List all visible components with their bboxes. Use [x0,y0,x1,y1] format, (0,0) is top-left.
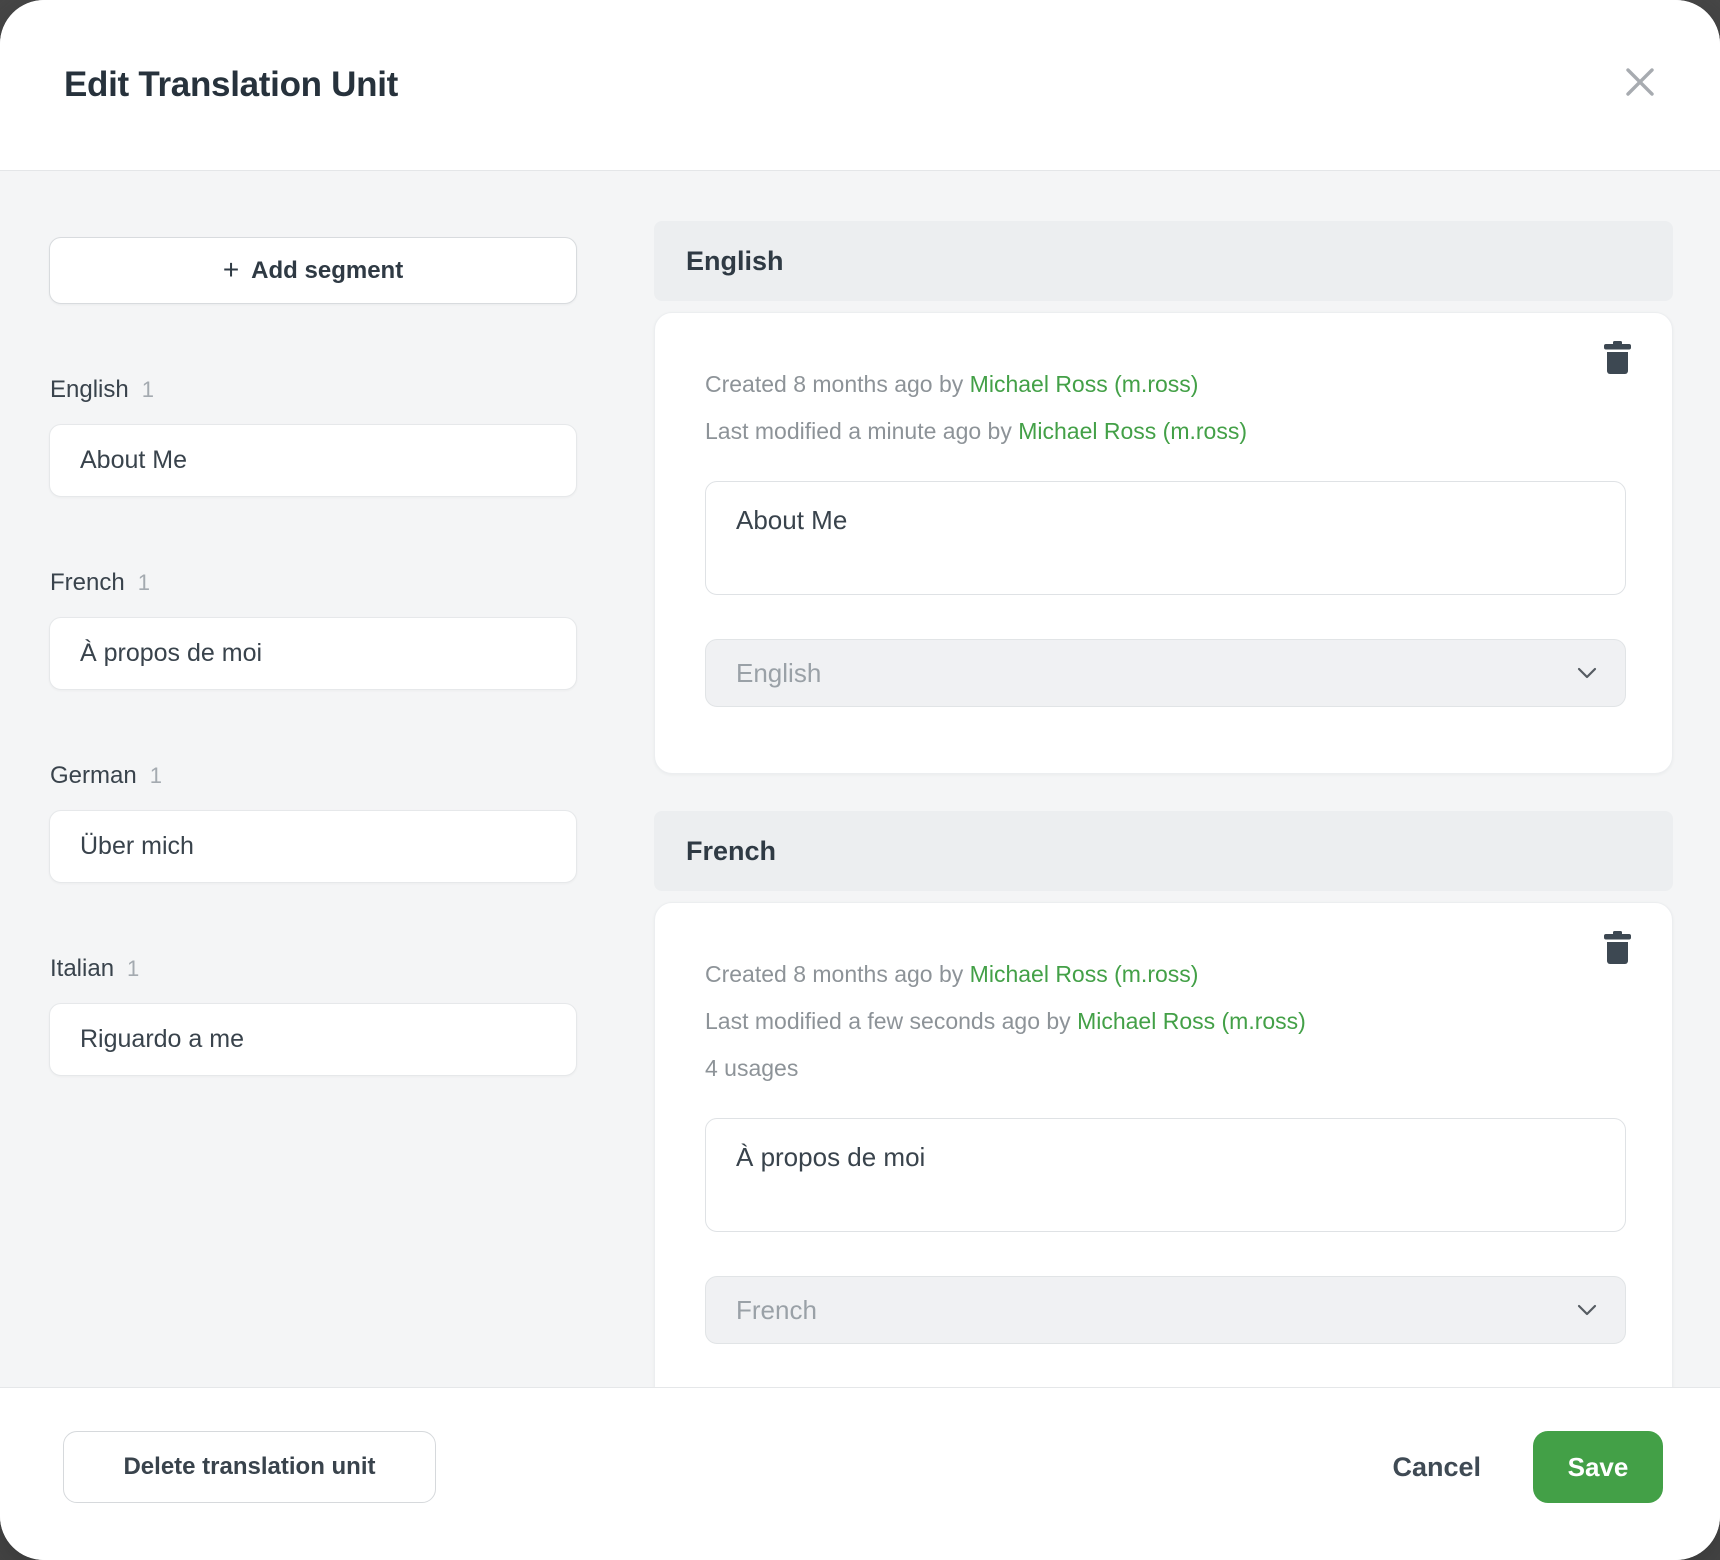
segment-language-label: English 1 [49,376,577,404]
segment-language-name: Italian [50,955,114,983]
panel-header-english: English [654,221,1673,301]
segment-language-name: English [50,376,129,404]
panel-card-english: Created 8 months ago by Michael Ross (m.… [654,312,1673,774]
modified-prefix: Last modified a few seconds ago by [705,1008,1071,1034]
delete-translation-unit-button[interactable]: Delete translation unit [63,1431,436,1503]
segment-language-name: French [50,569,125,597]
edit-translation-unit-dialog: Edit Translation Unit + Add segment Engl… [0,0,1720,1560]
usages-count: 4 usages [705,1045,1626,1092]
segment-language-label: French 1 [49,569,577,597]
segment-count-badge: 1 [127,956,139,982]
modified-prefix: Last modified a minute ago by [705,418,1012,444]
save-button[interactable]: Save [1533,1431,1663,1503]
segment-value: About Me [80,446,187,475]
modified-meta: Last modified a few seconds ago by Micha… [705,998,1626,1045]
segment-language-name: German [50,762,137,790]
chevron-down-icon [1577,1304,1597,1316]
created-prefix: Created 8 months ago by [705,371,963,397]
segment-value: À propos de moi [80,639,262,668]
delete-segment-button[interactable] [1600,341,1634,381]
chevron-down-icon [1577,667,1597,679]
language-panel-english: English Created 8 months ago by Michael … [654,221,1673,774]
modified-user-link[interactable]: Michael Ross (m.ross) [1018,418,1247,444]
segment-item-italian[interactable]: Riguardo a me [49,1003,577,1076]
segment-group-english: English 1 About Me [49,376,577,497]
language-select-value: English [736,658,821,689]
trash-icon [1604,341,1631,375]
dialog-body: + Add segment English 1 About Me French … [0,171,1720,1387]
language-select-english[interactable]: English [705,639,1626,707]
dialog-header: Edit Translation Unit [0,0,1720,171]
created-prefix: Created 8 months ago by [705,961,963,987]
add-segment-button[interactable]: + Add segment [49,237,577,304]
created-user-link[interactable]: Michael Ross (m.ross) [970,961,1199,987]
segment-language-label: Italian 1 [49,955,577,983]
segment-language-label: German 1 [49,762,577,790]
segment-count-badge: 1 [150,763,162,789]
segment-value: Riguardo a me [80,1025,244,1054]
segment-item-english[interactable]: About Me [49,424,577,497]
panel-card-french: Created 8 months ago by Michael Ross (m.… [654,902,1673,1387]
modified-user-link[interactable]: Michael Ross (m.ross) [1077,1008,1306,1034]
segment-count-badge: 1 [142,377,154,403]
trash-icon [1604,931,1631,965]
dialog-title: Edit Translation Unit [64,65,398,105]
plus-icon: + [223,256,239,284]
segment-text-input-french[interactable]: À propos de moi [705,1118,1626,1232]
segment-item-german[interactable]: Über mich [49,810,577,883]
segment-item-french[interactable]: À propos de moi [49,617,577,690]
segment-text-input-english[interactable]: About Me [705,481,1626,595]
segment-value: Über mich [80,832,194,861]
segment-group-italian: Italian 1 Riguardo a me [49,955,577,1076]
dialog-footer: Delete translation unit Cancel Save [0,1387,1720,1560]
cancel-button[interactable]: Cancel [1372,1442,1501,1493]
close-icon [1623,65,1657,99]
add-segment-label: Add segment [251,257,403,285]
panel-language-title: French [686,836,776,867]
segment-group-german: German 1 Über mich [49,762,577,883]
segments-sidebar: + Add segment English 1 About Me French … [49,171,577,1387]
modified-meta: Last modified a minute ago by Michael Ro… [705,408,1626,455]
segment-count-badge: 1 [138,570,150,596]
panel-language-title: English [686,246,784,277]
language-select-value: French [736,1295,817,1326]
close-button[interactable] [1616,58,1664,106]
language-select-french[interactable]: French [705,1276,1626,1344]
segment-group-french: French 1 À propos de moi [49,569,577,690]
created-user-link[interactable]: Michael Ross (m.ross) [970,371,1199,397]
panel-header-french: French [654,811,1673,891]
language-panel-french: French Created 8 months ago by Michael R… [654,811,1673,1387]
created-meta: Created 8 months ago by Michael Ross (m.… [705,361,1626,408]
created-meta: Created 8 months ago by Michael Ross (m.… [705,951,1626,998]
delete-segment-button[interactable] [1600,931,1634,971]
segment-detail-panels: English Created 8 months ago by Michael … [654,171,1673,1387]
